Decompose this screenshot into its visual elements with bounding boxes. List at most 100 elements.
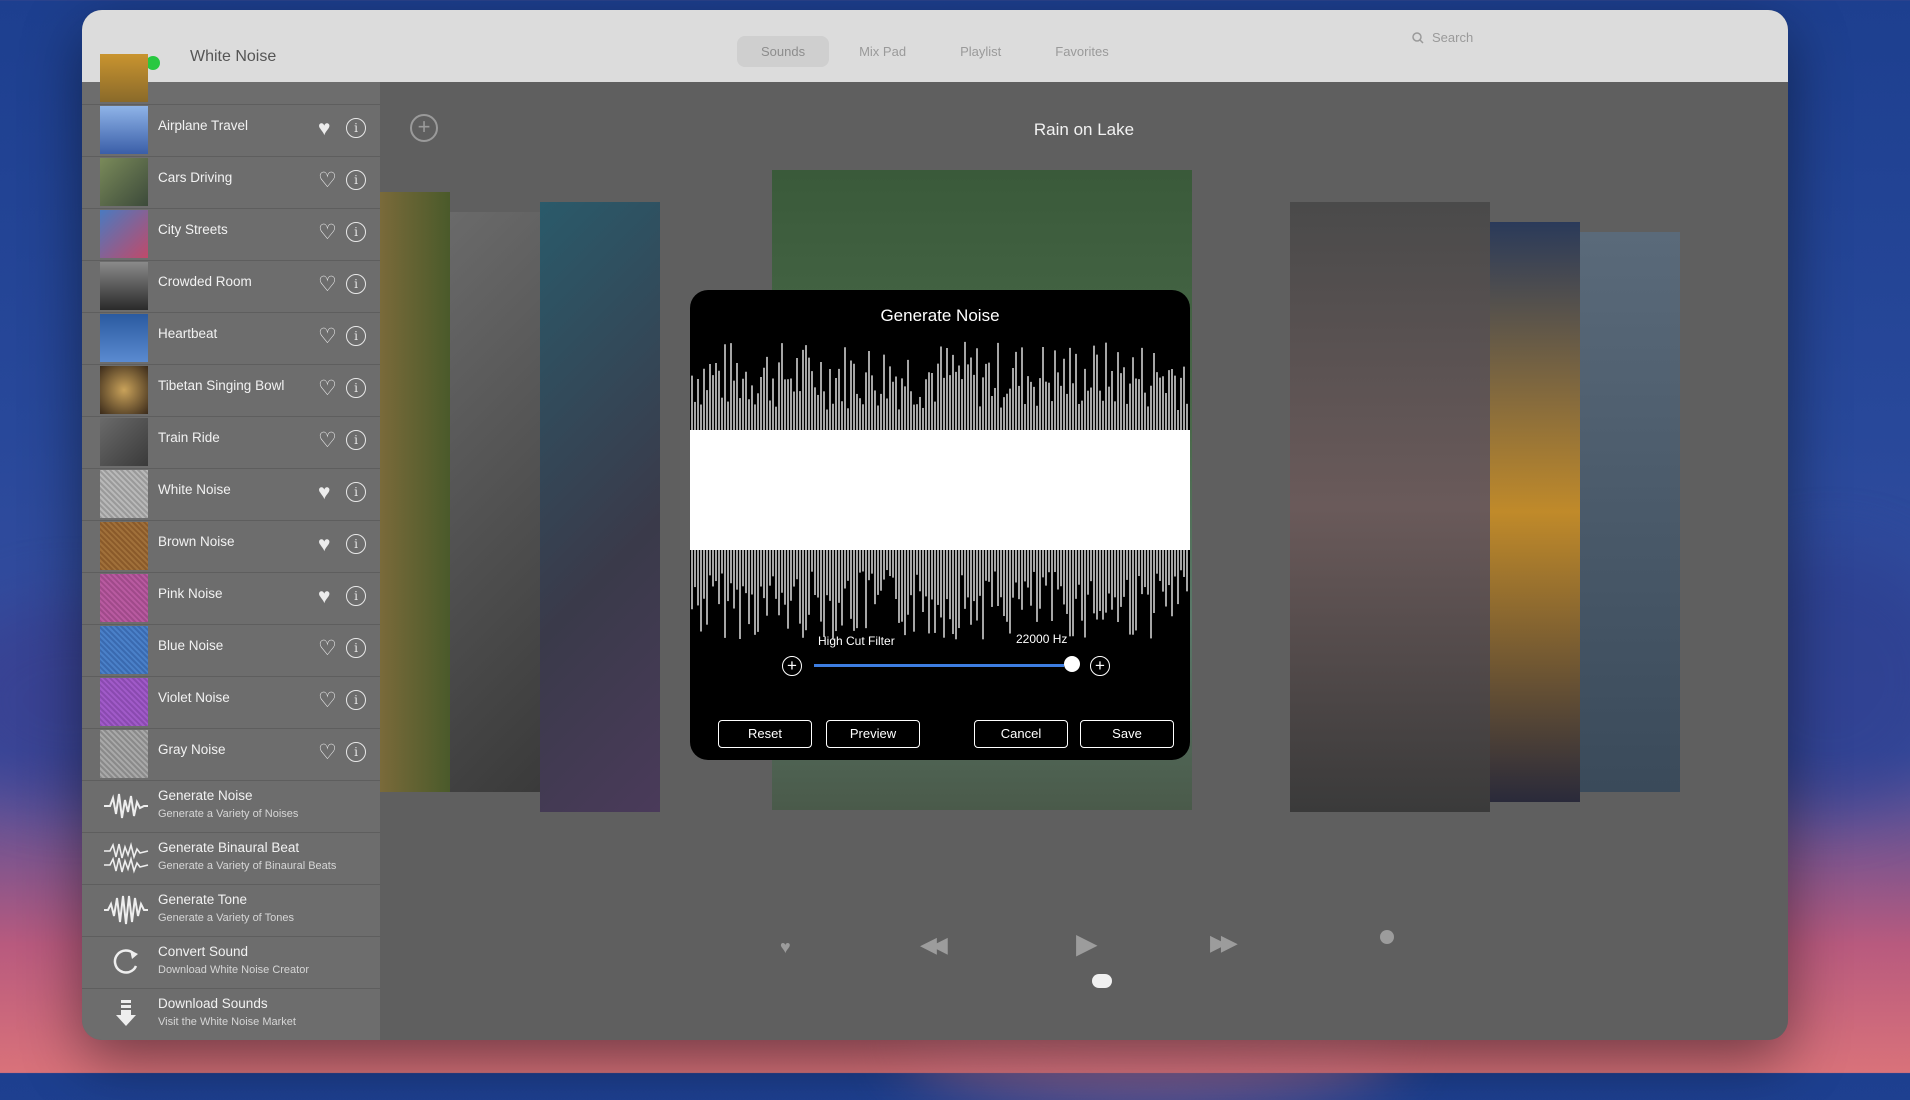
sound-thumbnail (100, 470, 148, 518)
sidebar-item-violet-noise[interactable]: Violet Noise ♡ i (82, 676, 380, 729)
generate-noise-dialog: Generate Noise High Cut Filter 22000 Hz … (690, 290, 1190, 760)
favorite-heart-icon[interactable]: ♡ (318, 742, 337, 763)
info-icon[interactable] (1380, 930, 1394, 944)
sidebar-item-city-streets[interactable]: City Streets ♡ i (82, 208, 380, 261)
favorite-heart-icon[interactable]: ♥ (318, 118, 330, 139)
generator-title: Download Sounds (158, 996, 268, 1011)
list-item[interactable] (82, 52, 380, 105)
info-icon[interactable]: i (346, 378, 366, 398)
sidebar-item-crowded-room[interactable]: Crowded Room ♡ i (82, 260, 380, 313)
info-icon[interactable]: i (346, 274, 366, 294)
high-cut-slider[interactable] (814, 664, 1064, 667)
tab-favorites[interactable]: Favorites (1031, 36, 1132, 67)
sidebar-item-airplane-travel[interactable]: Airplane Travel ♥ i (82, 104, 380, 157)
generator-title: Generate Tone (158, 892, 248, 907)
preview-button[interactable]: Preview (826, 720, 920, 748)
generate-noise-item[interactable]: Generate Noise Generate a Variety of Noi… (82, 780, 380, 833)
decrease-icon[interactable]: + (782, 656, 802, 676)
info-icon[interactable]: i (346, 586, 366, 606)
generate-binaural-beat-item[interactable]: Generate Binaural Beat Generate a Variet… (82, 832, 380, 885)
sidebar-item-cars-driving[interactable]: Cars Driving ♡ i (82, 156, 380, 209)
fast-forward-icon[interactable]: ▶▶ (1210, 930, 1238, 956)
sound-label: City Streets (158, 222, 228, 237)
sidebar-item-pink-noise[interactable]: Pink Noise ♥ i (82, 572, 380, 625)
sidebar-item-gray-noise[interactable]: Gray Noise ♡ i (82, 728, 380, 781)
sound-label: Cars Driving (158, 170, 233, 185)
sidebar-item-white-noise[interactable]: White Noise ♥ i (82, 468, 380, 521)
reset-button[interactable]: Reset (718, 720, 812, 748)
favorite-heart-icon[interactable]: ♡ (318, 430, 337, 451)
generator-subtitle: Generate a Variety of Binaural Beats (158, 860, 337, 872)
info-icon[interactable]: i (346, 534, 366, 554)
search-field[interactable]: Search (1412, 30, 1473, 45)
info-icon[interactable]: i (346, 118, 366, 138)
sidebar-item-tibetan-singing-bowl[interactable]: Tibetan Singing Bowl ♡ i (82, 364, 380, 417)
sound-label: Gray Noise (158, 742, 226, 757)
favorite-heart-icon[interactable]: ♥ (318, 586, 330, 607)
sidebar-item-heartbeat[interactable]: Heartbeat ♡ i (82, 312, 380, 365)
sound-thumbnail (100, 314, 148, 362)
sound-label: White Noise (158, 482, 231, 497)
info-icon[interactable]: i (346, 170, 366, 190)
favorite-heart-icon[interactable]: ♡ (318, 274, 337, 295)
favorite-heart-icon[interactable]: ♡ (318, 170, 337, 191)
cover-card-left-3[interactable] (380, 192, 450, 792)
noise-waveform (690, 341, 1190, 640)
tab-mix-pad[interactable]: Mix Pad (835, 36, 930, 67)
binaural-waveform-icon (104, 842, 149, 874)
favorite-heart-icon[interactable]: ♡ (318, 690, 337, 711)
favorite-heart-icon[interactable]: ♥ (318, 482, 330, 503)
cover-card-left-2[interactable] (450, 212, 540, 792)
convert-sound-item[interactable]: Convert Sound Download White Noise Creat… (82, 936, 380, 989)
play-icon[interactable]: ▶ (1076, 927, 1098, 960)
convert-icon (113, 949, 138, 974)
favorite-heart-icon[interactable]: ♥ (780, 937, 791, 958)
sound-label: Crowded Room (158, 274, 252, 289)
sound-thumbnail (100, 366, 148, 414)
download-sounds-item[interactable]: Download Sounds Visit the White Noise Ma… (82, 988, 380, 1040)
favorite-heart-icon[interactable]: ♥ (318, 534, 330, 555)
tab-bar: Sounds Mix Pad Playlist Favorites (737, 36, 1133, 67)
cover-card-left-1[interactable] (540, 202, 660, 812)
favorite-heart-icon[interactable]: ♡ (318, 378, 337, 399)
info-icon[interactable]: i (346, 326, 366, 346)
info-icon[interactable]: i (346, 482, 366, 502)
sidebar-item-brown-noise[interactable]: Brown Noise ♥ i (82, 520, 380, 573)
volume-slider-knob[interactable] (1092, 974, 1112, 988)
cover-card-right-2[interactable] (1490, 222, 1580, 802)
generate-tone-item[interactable]: Generate Tone Generate a Variety of Tone… (82, 884, 380, 937)
sound-thumbnail (100, 574, 148, 622)
dialog-title: Generate Noise (880, 306, 1000, 325)
info-icon[interactable]: i (346, 638, 366, 658)
cover-card-right-1[interactable] (1290, 202, 1490, 812)
info-icon[interactable]: i (346, 742, 366, 762)
search-placeholder: Search (1432, 30, 1474, 45)
tone-waveform-icon (104, 895, 148, 925)
sound-thumbnail (100, 262, 148, 310)
info-icon[interactable]: i (346, 430, 366, 450)
sound-label: Tibetan Singing Bowl (158, 378, 285, 393)
tab-playlist[interactable]: Playlist (936, 36, 1025, 67)
cancel-button[interactable]: Cancel (974, 720, 1068, 748)
cover-card-right-3[interactable] (1580, 232, 1680, 792)
generator-title: Convert Sound (158, 944, 249, 959)
info-icon[interactable]: i (346, 690, 366, 710)
sound-thumbnail (100, 522, 148, 570)
sound-label: Blue Noise (158, 638, 224, 653)
rewind-icon[interactable]: ◀◀ (920, 932, 948, 958)
generator-subtitle: Generate a Variety of Noises (158, 808, 299, 820)
high-cut-slider-knob[interactable] (1064, 656, 1080, 672)
favorite-heart-icon[interactable]: ♡ (318, 326, 337, 347)
info-icon[interactable]: i (346, 222, 366, 242)
favorite-heart-icon[interactable]: ♡ (318, 222, 337, 243)
favorite-heart-icon[interactable]: ♡ (318, 638, 337, 659)
tab-sounds[interactable]: Sounds (737, 36, 830, 67)
sound-thumbnail (100, 626, 148, 674)
sound-label: Heartbeat (158, 326, 218, 341)
sidebar-item-blue-noise[interactable]: Blue Noise ♡ i (82, 624, 380, 677)
filter-label: High Cut Filter (818, 634, 895, 648)
save-button[interactable]: Save (1080, 720, 1174, 748)
generator-subtitle: Download White Noise Creator (158, 964, 310, 976)
increase-icon[interactable]: + (1090, 656, 1110, 676)
sidebar-item-train-ride[interactable]: Train Ride ♡ i (82, 416, 380, 469)
